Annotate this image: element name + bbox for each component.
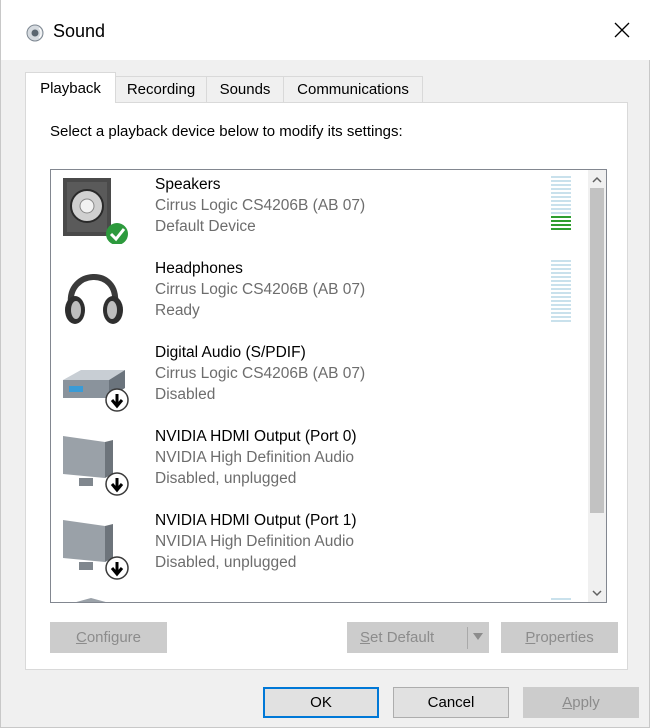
configure-button[interactable]: Configure: [50, 622, 167, 653]
headphones-icon: [65, 274, 123, 324]
monitor-icon: [76, 598, 106, 602]
device-name: Headphones: [155, 260, 243, 277]
monitor-icon: [63, 520, 129, 580]
volume-meter: [551, 260, 571, 324]
device-headphones[interactable]: Headphones Cirrus Logic CS4206B (AB 07) …: [51, 254, 589, 338]
device-name: Speakers: [155, 176, 221, 193]
set-default-split-button[interactable]: Set Default: [347, 622, 489, 653]
dropdown-arrow-icon[interactable]: [472, 631, 484, 643]
instruction-text: Select a playback device below to modify…: [50, 123, 403, 140]
tab-sounds[interactable]: Sounds: [206, 76, 284, 102]
sound-dialog: Sound Playback Recording Sounds Communic…: [0, 0, 650, 728]
speaker-icon: [63, 178, 128, 244]
device-driver: NVIDIA High Definition Audio: [155, 533, 355, 550]
device-status: Default Device: [155, 218, 256, 235]
tab-playback[interactable]: Playback: [25, 72, 116, 103]
tab-communications[interactable]: Communications: [283, 76, 423, 102]
device-partial[interactable]: [51, 590, 589, 602]
monitor-icon: [63, 436, 129, 496]
speaker-icon: [26, 24, 44, 42]
device-status: Disabled: [155, 386, 216, 403]
device-digital-audio[interactable]: Digital Audio (S/PDIF) Cirrus Logic CS42…: [51, 338, 589, 422]
volume-meter: [551, 598, 571, 602]
device-name: NVIDIA HDMI Output (Port 0): [155, 428, 357, 445]
device-status: Disabled, unplugged: [155, 554, 297, 571]
volume-meter: [551, 176, 571, 232]
device-status: Disabled, unplugged: [155, 470, 297, 487]
playback-panel: Select a playback device below to modify…: [25, 102, 628, 670]
device-speakers[interactable]: Speakers Cirrus Logic CS4206B (AB 07) De…: [51, 170, 589, 254]
device-hdmi-port-0[interactable]: NVIDIA HDMI Output (Port 0) NVIDIA High …: [51, 422, 589, 506]
tab-recording[interactable]: Recording: [115, 76, 207, 102]
device-list[interactable]: Speakers Cirrus Logic CS4206B (AB 07) De…: [50, 169, 607, 603]
device-driver: Cirrus Logic CS4206B (AB 07): [155, 281, 366, 298]
ok-button[interactable]: OK: [263, 687, 379, 718]
close-icon: [614, 22, 630, 38]
device-driver: NVIDIA High Definition Audio: [155, 449, 355, 466]
device-name: Digital Audio (S/PDIF): [155, 344, 306, 361]
device-name: NVIDIA HDMI Output (Port 1): [155, 512, 357, 529]
device-driver: Cirrus Logic CS4206B (AB 07): [155, 365, 366, 382]
scroll-thumb[interactable]: [590, 188, 604, 513]
close-button[interactable]: [593, 0, 650, 60]
scroll-down-button[interactable]: [588, 584, 606, 602]
digital-audio-icon: [63, 370, 129, 412]
apply-button[interactable]: Apply: [523, 687, 639, 718]
chevron-up-icon: [592, 176, 602, 183]
title-bar: Sound: [1, 0, 650, 60]
device-driver: Cirrus Logic CS4206B (AB 07): [155, 197, 366, 214]
vertical-scrollbar[interactable]: [588, 170, 606, 602]
device-status: Ready: [155, 302, 200, 319]
scroll-up-button[interactable]: [588, 170, 606, 188]
device-hdmi-port-1[interactable]: NVIDIA HDMI Output (Port 1) NVIDIA High …: [51, 506, 589, 590]
window-title: Sound: [53, 21, 106, 41]
chevron-down-icon: [592, 589, 602, 596]
properties-button[interactable]: Properties: [501, 622, 618, 653]
cancel-button[interactable]: Cancel: [393, 687, 509, 718]
split-divider: [467, 627, 468, 649]
